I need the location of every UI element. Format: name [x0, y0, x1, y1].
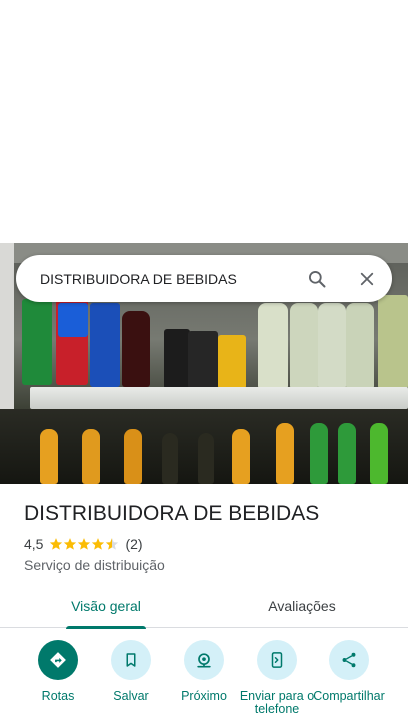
star-icon	[78, 538, 91, 550]
send-to-phone-icon	[257, 640, 297, 680]
photo-bottle	[346, 303, 374, 389]
tab-reviews[interactable]: Avaliações	[252, 584, 352, 628]
share-button[interactable]: Compartilhar	[311, 640, 387, 703]
tab-reviews-label: Avaliações	[268, 598, 336, 614]
action-bar: Rotas Salvar Próximo Enviar para o telef…	[0, 640, 408, 726]
star-half-icon	[106, 538, 119, 550]
photo-bottle	[338, 423, 356, 484]
tab-bar: Visão geral Avaliações	[0, 584, 408, 629]
photo-bottle	[162, 433, 178, 484]
photo-can	[164, 329, 190, 389]
save-label: Salvar	[113, 689, 149, 703]
send-to-phone-button[interactable]: Enviar para o telefone	[239, 640, 315, 716]
photo-bottle	[258, 303, 288, 389]
send-to-phone-label: Enviar para o telefone	[239, 690, 315, 716]
directions-icon	[38, 640, 78, 680]
review-count[interactable]: (2)	[125, 536, 142, 552]
rating-stars	[49, 537, 119, 551]
directions-button[interactable]: Rotas	[20, 640, 96, 703]
nearby-label: Próximo	[181, 689, 227, 703]
place-category: Serviço de distribuição	[24, 557, 165, 573]
photo-shelf	[30, 387, 408, 409]
nearby-icon	[184, 640, 224, 680]
rating-row[interactable]: 4,5 (2)	[24, 536, 143, 552]
photo-bottle	[232, 429, 250, 484]
photo-bottle	[82, 429, 100, 484]
save-button[interactable]: Salvar	[93, 640, 169, 703]
photo-bottle	[290, 303, 318, 389]
tab-selected-indicator	[66, 626, 146, 629]
star-icon	[64, 538, 77, 550]
bookmark-icon	[111, 640, 151, 680]
tab-overview-label: Visão geral	[71, 598, 141, 614]
photo-can	[22, 299, 52, 385]
directions-label: Rotas	[41, 689, 75, 703]
share-icon	[329, 640, 369, 680]
rating-value: 4,5	[24, 536, 44, 552]
tab-overview[interactable]: Visão geral	[66, 584, 146, 629]
search-bar[interactable]: DISTRIBUIDORA DE BEBIDAS	[16, 255, 392, 302]
photo-can	[58, 303, 88, 337]
photo-can	[90, 303, 120, 387]
photo-bottle	[318, 303, 346, 389]
photo-bottle	[198, 433, 214, 484]
photo-bottle	[124, 429, 142, 484]
photo-bottle	[370, 423, 388, 484]
photo-can	[188, 331, 218, 389]
star-icon	[50, 538, 63, 550]
photo-can	[378, 295, 408, 389]
place-title: DISTRIBUIDORA DE BEBIDAS	[24, 502, 320, 525]
photo-bottle	[276, 423, 294, 484]
share-label: Compartilhar	[313, 689, 385, 703]
photo-bottle	[310, 423, 328, 484]
photo-bottle	[122, 311, 150, 387]
star-icon	[92, 538, 105, 550]
search-icon[interactable]	[292, 255, 342, 302]
search-input[interactable]: DISTRIBUIDORA DE BEBIDAS	[40, 271, 292, 287]
photo-can	[218, 335, 246, 389]
photo-bottle	[40, 429, 58, 484]
close-icon[interactable]	[342, 255, 392, 302]
nearby-button[interactable]: Próximo	[166, 640, 242, 703]
